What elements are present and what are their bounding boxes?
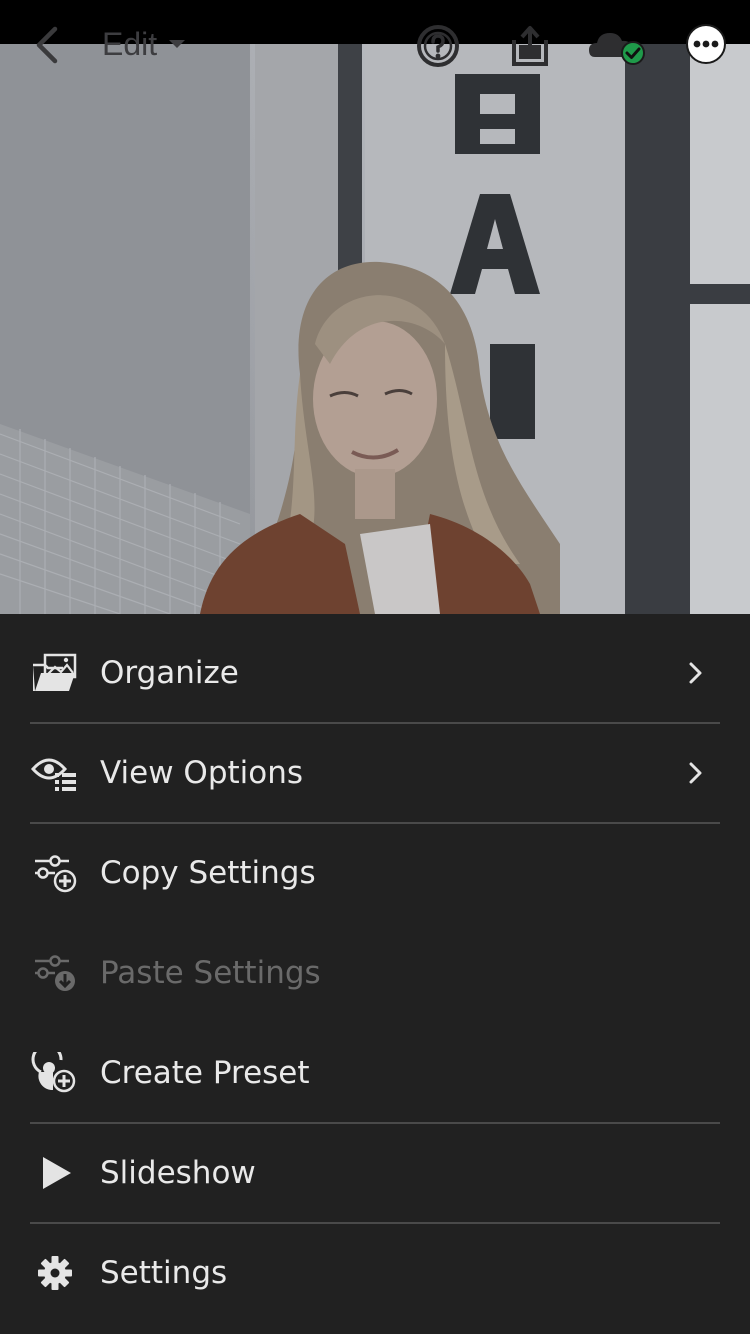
eye-list-icon xyxy=(30,751,80,795)
window-right xyxy=(690,44,750,614)
photo-preview xyxy=(0,44,750,614)
menu-item-label: Create Preset xyxy=(100,1055,310,1091)
preset-plus-icon xyxy=(30,1051,80,1095)
back-arrow-icon xyxy=(36,26,58,64)
menu-item-settings[interactable]: Settings xyxy=(0,1223,750,1323)
edit-mode-dropdown[interactable]: Edit xyxy=(102,22,187,66)
chevron-down-icon xyxy=(167,37,187,51)
share-icon xyxy=(512,26,548,66)
menu-item-label: Settings xyxy=(100,1255,228,1291)
edit-label: Edit xyxy=(102,25,158,62)
more-button[interactable] xyxy=(684,22,728,66)
menu-item-slideshow[interactable]: Slideshow xyxy=(0,1123,750,1223)
menu-item-label: Copy Settings xyxy=(100,855,316,891)
menu-item-create-preset[interactable]: Create Preset xyxy=(0,1023,750,1123)
help-icon xyxy=(417,25,459,67)
more-icon xyxy=(686,24,726,64)
window-frame xyxy=(690,284,750,304)
pole-2 xyxy=(625,44,695,614)
top-toolbar: Edit xyxy=(0,0,750,90)
more-options-menu: Organize View Options Copy Settings Past… xyxy=(0,614,750,1334)
sliders-download-icon xyxy=(30,951,80,995)
menu-item-copy-settings[interactable]: Copy Settings xyxy=(0,823,750,923)
chevron-right-icon xyxy=(689,762,702,784)
cloud-sync-button[interactable] xyxy=(586,22,650,70)
photo-image xyxy=(0,44,750,614)
folder-image-icon xyxy=(30,651,80,695)
back-button[interactable] xyxy=(24,22,68,68)
menu-item-organize[interactable]: Organize xyxy=(0,623,750,723)
menu-item-paste-settings: Paste Settings xyxy=(0,923,750,1023)
play-icon xyxy=(30,1151,80,1195)
menu-item-label: Paste Settings xyxy=(100,955,321,991)
menu-item-view-options[interactable]: View Options xyxy=(0,723,750,823)
share-button[interactable] xyxy=(506,22,554,70)
chevron-right-icon xyxy=(689,662,702,684)
help-button[interactable] xyxy=(414,22,462,70)
menu-item-label: Slideshow xyxy=(100,1155,256,1191)
gear-icon xyxy=(30,1251,80,1295)
menu-item-label: View Options xyxy=(100,755,304,791)
cloud-synced-icon xyxy=(589,33,645,65)
menu-item-label: Organize xyxy=(100,655,239,691)
sliders-plus-icon xyxy=(30,851,80,895)
